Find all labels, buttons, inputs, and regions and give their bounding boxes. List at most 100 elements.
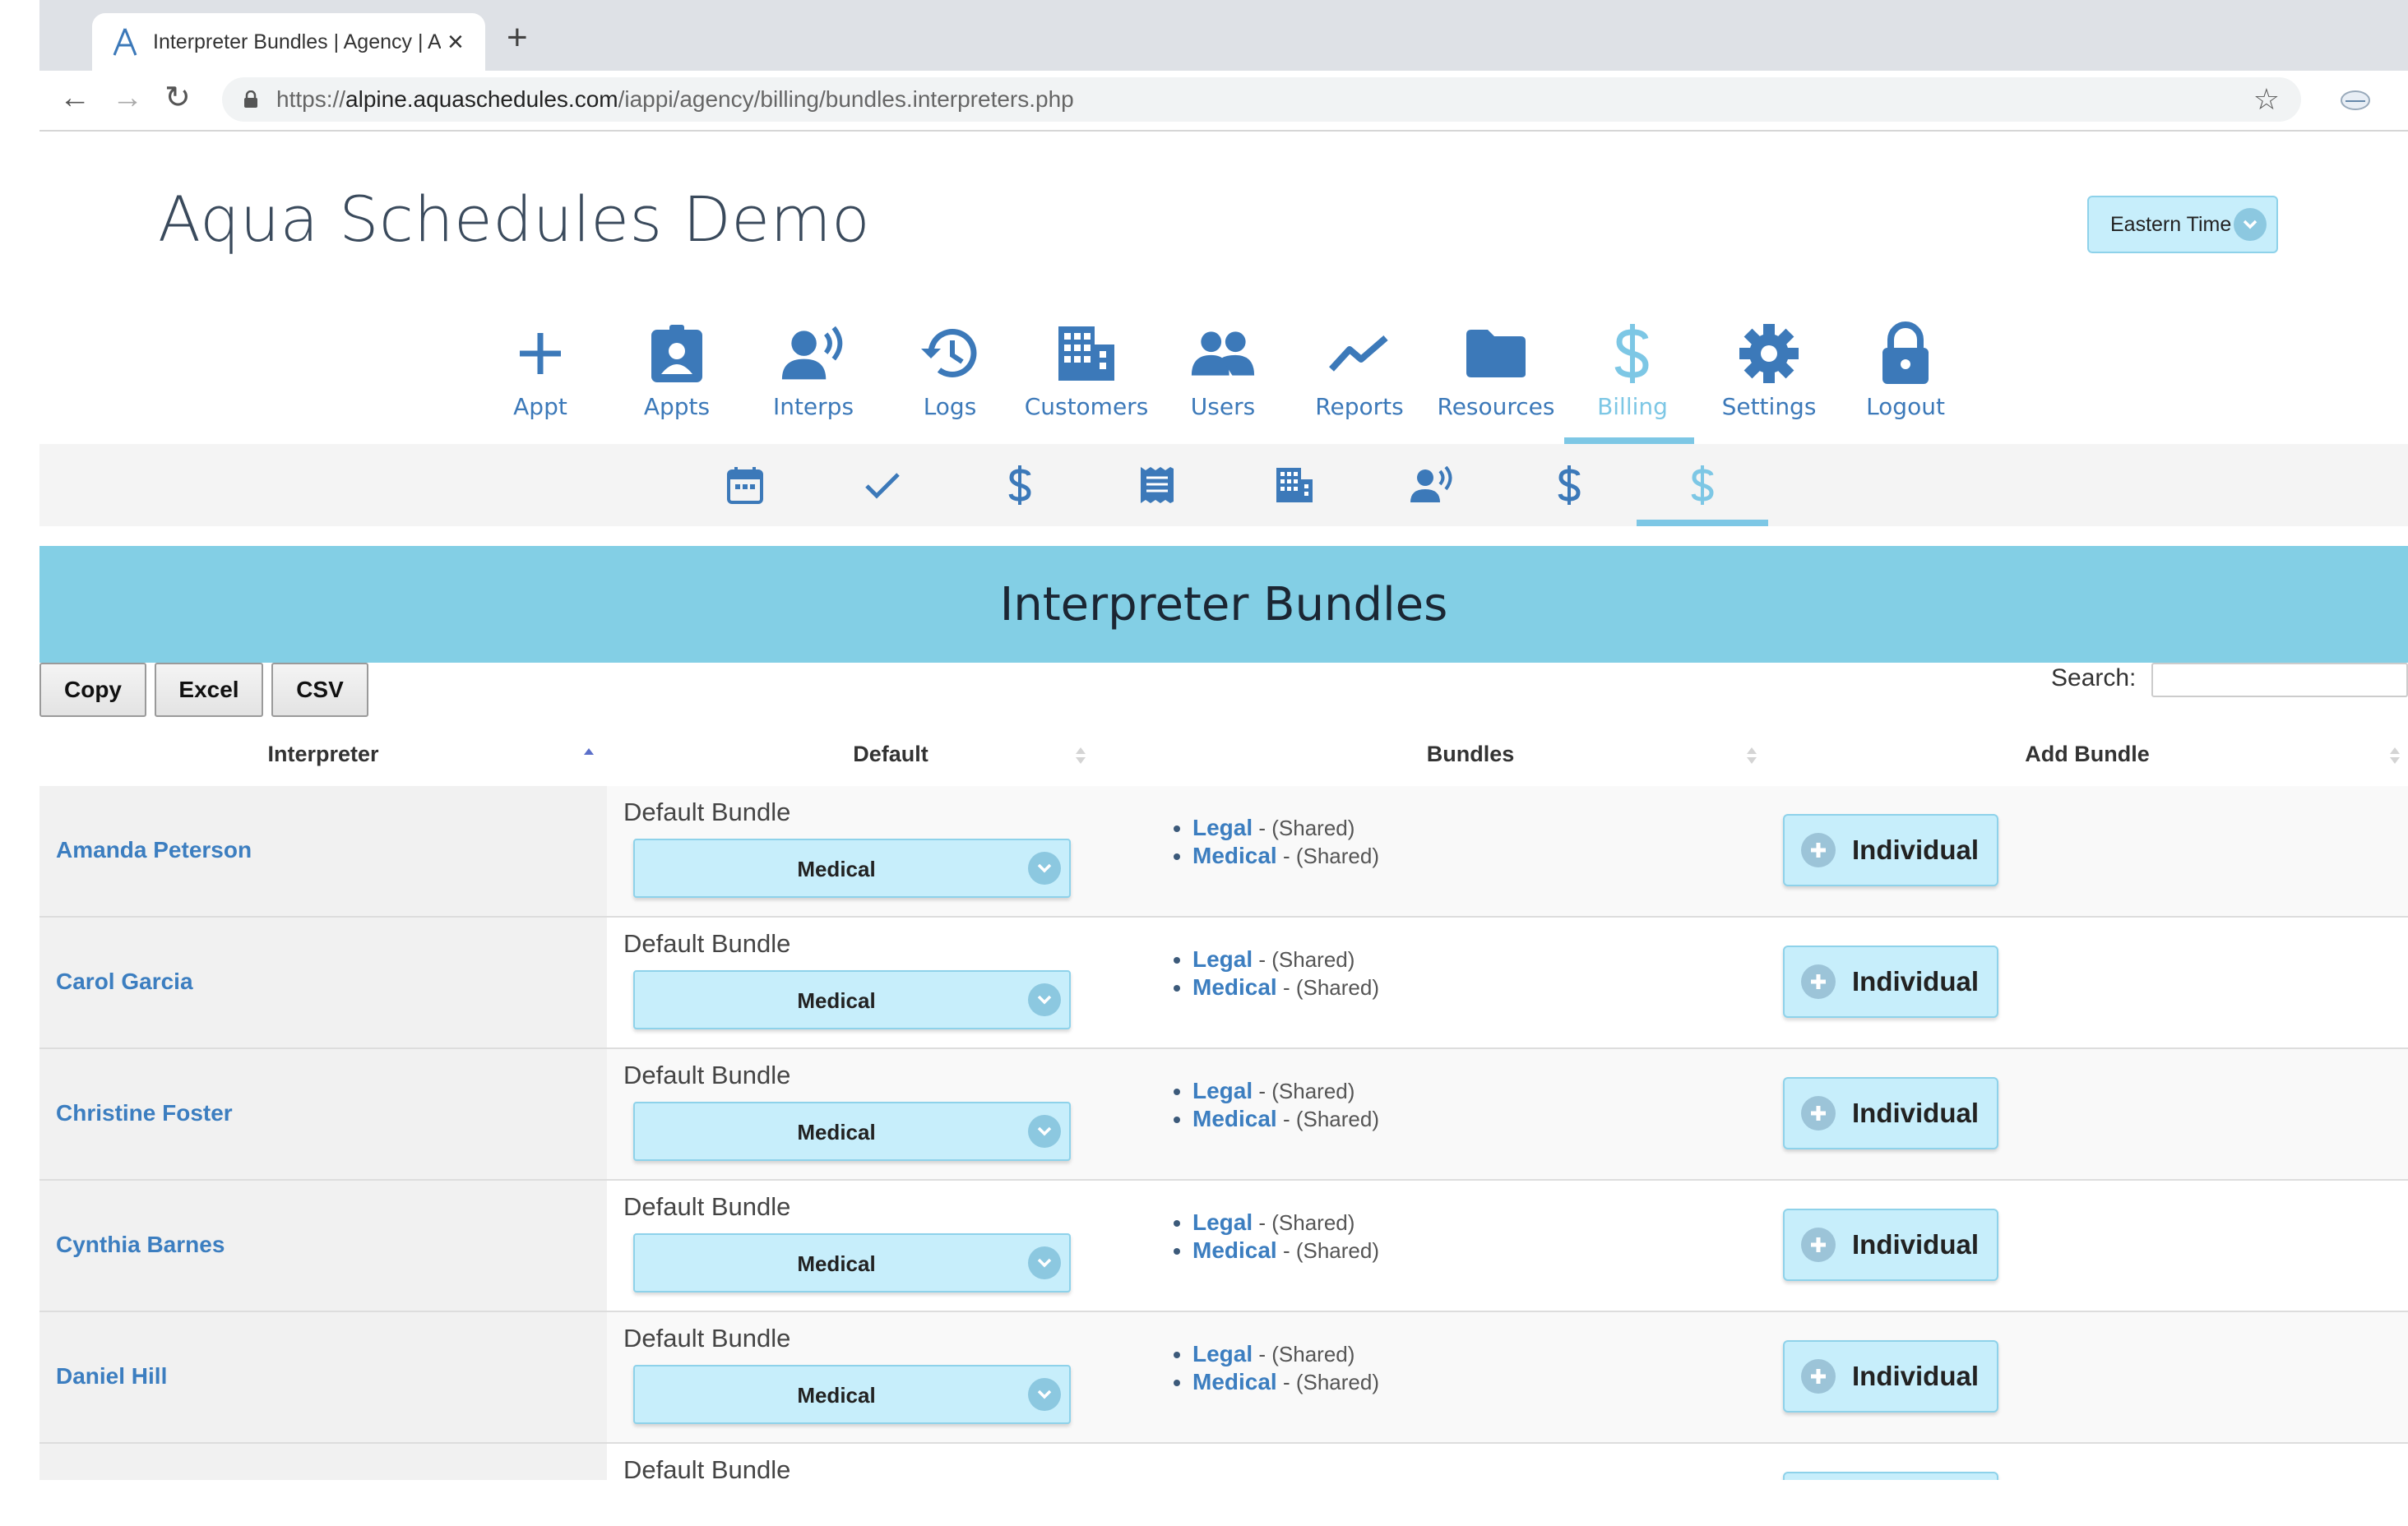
nav-settings[interactable]: Settings: [1701, 321, 1837, 444]
reload-icon[interactable]: ↻: [164, 82, 191, 113]
sort-icon[interactable]: [2388, 743, 2401, 768]
browser-menu-icon[interactable]: ⋮: [2403, 81, 2408, 113]
tab-close-icon[interactable]: ×: [447, 28, 464, 56]
address-bar[interactable]: https://alpine.aquaschedules.com/iappi/a…: [222, 77, 2301, 122]
nav-users[interactable]: Users: [1155, 321, 1291, 444]
bookmark-star-icon[interactable]: ☆: [2253, 82, 2280, 117]
back-icon[interactable]: ←: [59, 82, 90, 113]
subnav-dollar-1[interactable]: [954, 444, 1086, 526]
sort-asc-icon[interactable]: [582, 743, 595, 768]
billing-subnav: [39, 444, 2408, 526]
list-item: Medical - (Shared): [1192, 1105, 1379, 1133]
list-item: Legal - (Shared): [1192, 1209, 1379, 1237]
gear-icon: [1736, 321, 1802, 386]
add-individual-bundle-button[interactable]: [1783, 1472, 1998, 1480]
subnav-dollar-2[interactable]: [1503, 444, 1635, 526]
subnav-calendar[interactable]: [679, 444, 811, 526]
interpreter-name-link[interactable]: Daniel Hill: [56, 1363, 167, 1390]
nav-logs[interactable]: Logs: [882, 321, 1018, 444]
add-bundle-label: Individual: [1852, 1229, 1980, 1260]
col-default[interactable]: Default: [607, 742, 1174, 767]
bundle-scope: - (Shared): [1282, 844, 1379, 868]
chevron-down-icon: [1028, 983, 1061, 1016]
bundle-link[interactable]: Legal: [1192, 1209, 1253, 1235]
nav-appts[interactable]: Appts: [609, 321, 745, 444]
nav-reports[interactable]: Reports: [1291, 321, 1428, 444]
table-header: Interpreter Default Bundles Add Bundle: [39, 728, 2408, 788]
subnav-interpreters[interactable]: [1366, 444, 1498, 526]
list-item: Medical - (Shared): [1192, 973, 1379, 1001]
browser-tab[interactable]: Interpreter Bundles | Agency | Aqua ×: [92, 13, 485, 71]
nav-logout[interactable]: Logout: [1837, 321, 1974, 444]
subnav-customers[interactable]: [1229, 444, 1360, 526]
extension-icon[interactable]: [2339, 87, 2372, 113]
table-row: Amanda Peterson Default Bundle Medical L…: [39, 786, 2408, 918]
sort-icon[interactable]: [1745, 743, 1758, 768]
plus-circle-icon: [1801, 964, 1836, 999]
interpreter-name-link[interactable]: Christine Foster: [56, 1100, 233, 1126]
add-individual-bundle-button[interactable]: Individual: [1783, 1340, 1998, 1413]
search-input[interactable]: [2151, 663, 2408, 697]
nav-interps[interactable]: Interps: [745, 321, 882, 444]
timezone-select[interactable]: Eastern Time: [2087, 196, 2278, 253]
dollar-icon: [1600, 321, 1665, 386]
default-bundle-select[interactable]: Medical: [633, 839, 1071, 898]
nav-appt[interactable]: Appt: [472, 321, 609, 444]
default-bundle-select[interactable]: Medical: [633, 970, 1071, 1029]
excel-button[interactable]: Excel: [155, 663, 263, 717]
tab-title: Interpreter Bundles | Agency | Aqua: [153, 30, 441, 53]
nav-resources[interactable]: Resources: [1428, 321, 1564, 444]
bundle-link[interactable]: Legal: [1192, 815, 1253, 840]
add-individual-bundle-button[interactable]: Individual: [1783, 1077, 1998, 1149]
col-add-bundle[interactable]: Add Bundle: [1767, 742, 2408, 767]
subnav-check[interactable]: [817, 444, 948, 526]
default-bundle-select[interactable]: Medical: [633, 1365, 1071, 1424]
bundle-link[interactable]: Legal: [1192, 1078, 1253, 1103]
add-individual-bundle-button[interactable]: Individual: [1783, 1209, 1998, 1281]
subnav-interpreter-bundles[interactable]: [1637, 444, 1768, 526]
line-chart-icon: [1327, 321, 1392, 386]
list-item: Medical - (Shared): [1192, 842, 1379, 870]
interpreter-name-link[interactable]: Amanda Peterson: [56, 837, 252, 863]
list-item: Legal - (Shared): [1192, 1340, 1379, 1368]
bundle-link[interactable]: Legal: [1192, 946, 1253, 972]
bundle-scope: - (Shared): [1282, 1370, 1379, 1394]
history-icon: [917, 321, 983, 386]
bundle-link[interactable]: Medical: [1192, 1106, 1277, 1131]
bundle-list: Legal - (Shared) Medical - (Shared): [1174, 1077, 1379, 1133]
bundle-link[interactable]: Medical: [1192, 843, 1277, 868]
aqua-favicon-icon: [113, 28, 137, 56]
col-bundles[interactable]: Bundles: [1174, 742, 1767, 767]
bundle-link[interactable]: Medical: [1192, 1369, 1277, 1394]
interpreter-name-link[interactable]: Carol Garcia: [56, 969, 193, 995]
new-tab-icon[interactable]: +: [507, 20, 528, 56]
add-individual-bundle-button[interactable]: Individual: [1783, 946, 1998, 1018]
bundle-link[interactable]: Legal: [1192, 1341, 1253, 1366]
col-interpreter[interactable]: Interpreter: [39, 742, 607, 767]
default-bundle-label: Default Bundle: [623, 1455, 791, 1480]
nav-label: Appts: [643, 393, 711, 420]
default-bundle-select[interactable]: Medical: [633, 1102, 1071, 1161]
default-bundle-select[interactable]: Medical: [633, 1233, 1071, 1292]
copy-button[interactable]: Copy: [39, 663, 146, 717]
lock-icon: [244, 90, 257, 108]
default-bundle-value: Medical: [797, 1251, 876, 1276]
table-row: Carol Garcia Default Bundle Medical Lega…: [39, 918, 2408, 1049]
forward-icon[interactable]: →: [112, 82, 143, 113]
bundle-list: Legal - (Shared) Medical - (Shared): [1174, 946, 1379, 1001]
bundle-link[interactable]: Medical: [1192, 1237, 1277, 1263]
default-bundle-label: Default Bundle: [623, 929, 791, 958]
interpreter-name-link[interactable]: Cynthia Barnes: [56, 1232, 225, 1258]
bundle-scope: - (Shared): [1282, 1238, 1379, 1263]
subnav-invoice[interactable]: [1091, 444, 1223, 526]
bundle-link[interactable]: Medical: [1192, 974, 1277, 1000]
sort-icon[interactable]: [1074, 743, 1087, 768]
speaker-person-icon: [780, 321, 846, 386]
default-bundle-value: Medical: [797, 857, 876, 881]
nav-billing[interactable]: Billing: [1564, 321, 1701, 444]
list-item: Legal - (Shared): [1192, 1077, 1379, 1105]
add-individual-bundle-button[interactable]: Individual: [1783, 814, 1998, 886]
csv-button[interactable]: CSV: [271, 663, 368, 717]
nav-customers[interactable]: Customers: [1018, 321, 1155, 444]
interpreter-cell: [39, 1444, 607, 1480]
